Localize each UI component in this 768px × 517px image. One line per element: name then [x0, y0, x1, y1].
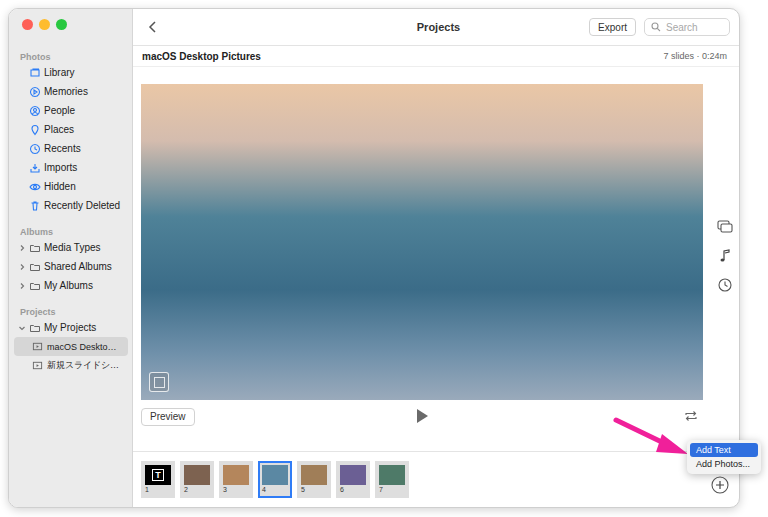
chevron-icon — [18, 202, 26, 210]
section-title: Albums — [14, 226, 132, 238]
menu-item[interactable]: Add Text — [690, 443, 758, 457]
slide-thumbnail[interactable]: 6 — [336, 461, 370, 498]
sidebar-item[interactable]: Media Types — [14, 238, 128, 257]
project-header: macOS Desktop Pictures 7 slides · 0:24m — [133, 46, 739, 67]
play-icon[interactable] — [415, 408, 429, 424]
slide-thumbnail[interactable]: 7 — [375, 461, 409, 498]
slideshow-icon — [32, 341, 43, 352]
folder-icon — [29, 322, 41, 334]
chevron-icon — [18, 88, 26, 96]
sidebar-item[interactable]: Memories — [14, 82, 128, 101]
folder-icon — [29, 242, 41, 254]
chevron-icon — [18, 107, 26, 115]
search-field[interactable]: Search — [644, 18, 730, 36]
chevron-icon — [18, 126, 26, 134]
sidebar-icon — [29, 86, 41, 98]
chevron-icon — [18, 183, 26, 191]
aspect-icon[interactable] — [149, 372, 169, 392]
side-toolbar — [716, 84, 734, 426]
folder-icon — [29, 261, 41, 273]
slide-strip: T 1 2 3 4 5 6 7 — [133, 451, 739, 507]
stage: Preview — [133, 67, 739, 426]
photo-slide — [184, 465, 210, 485]
sidebar-icon — [29, 181, 41, 193]
photo-slide — [223, 465, 249, 485]
sidebar-item[interactable]: Recently Deleted — [14, 196, 128, 215]
photo-slide — [262, 465, 288, 485]
sidebar-item[interactable]: Places — [14, 120, 128, 139]
themes-icon[interactable] — [717, 220, 733, 234]
sidebar-icon — [29, 143, 41, 155]
slideshow-icon — [32, 360, 43, 371]
chevron-icon — [18, 145, 26, 153]
sidebar-icon — [29, 162, 41, 174]
slide-preview — [141, 84, 703, 400]
sidebar-icon — [29, 200, 41, 212]
sidebar-item[interactable]: Hidden — [14, 177, 128, 196]
project-name: macOS Desktop Pictures — [142, 51, 261, 62]
back-icon[interactable] — [147, 20, 159, 34]
sidebar-icon — [29, 124, 41, 136]
toolbar: Projects Export Search — [133, 9, 739, 46]
sidebar-icon — [29, 105, 41, 117]
photo-slide — [340, 465, 366, 485]
preview-button[interactable]: Preview — [141, 408, 195, 426]
close-button[interactable] — [22, 19, 33, 30]
minimize-button[interactable] — [39, 19, 50, 30]
chevron-icon — [18, 69, 26, 77]
chevron-icon[interactable] — [18, 263, 26, 271]
sidebar-item[interactable]: Imports — [14, 158, 128, 177]
music-icon[interactable] — [719, 249, 731, 263]
sidebar-section: Albums Media Types Shared Albums My Albu… — [14, 226, 132, 295]
section-title: Photos — [14, 51, 132, 63]
repeat-icon[interactable] — [683, 410, 699, 422]
sidebar-icon — [29, 67, 41, 79]
export-button[interactable]: Export — [589, 18, 636, 36]
menu-item[interactable]: Add Photos... — [690, 457, 758, 471]
project-item[interactable]: 新規スライドシ… — [14, 356, 128, 375]
project-meta: 7 slides · 0:24m — [663, 51, 727, 61]
chevron-icon[interactable] — [18, 282, 26, 290]
add-icon[interactable] — [711, 476, 729, 494]
sidebar-section: Photos Library Memories People Places Re… — [14, 51, 132, 215]
sidebar-item[interactable]: My Albums — [14, 276, 128, 295]
slide-thumbnail[interactable]: 3 — [219, 461, 253, 498]
window-title: Projects — [417, 21, 460, 33]
photo-slide — [301, 465, 327, 485]
duration-icon[interactable] — [718, 278, 732, 292]
chevron-icon — [18, 164, 26, 172]
sidebar-item[interactable]: Recents — [14, 139, 128, 158]
slide-thumbnail[interactable]: 4 — [258, 461, 292, 498]
chevron-icon[interactable] — [18, 324, 26, 332]
chevron-icon[interactable] — [18, 244, 26, 252]
screen: Photos Library Memories People Places Re… — [0, 0, 768, 517]
photos-window: Photos Library Memories People Places Re… — [8, 8, 740, 508]
window-controls — [14, 19, 132, 31]
folder-icon — [29, 280, 41, 292]
slide-thumbnail[interactable]: 5 — [297, 461, 331, 498]
slide-thumbnail[interactable]: T 1 — [141, 461, 175, 498]
annotation-arrow-icon — [612, 416, 692, 460]
sidebar-item[interactable]: Shared Albums — [14, 257, 128, 276]
zoom-button[interactable] — [56, 19, 67, 30]
sidebar-section: Projects My Projects macOS Deskto… 新規スライ… — [14, 306, 132, 375]
search-icon — [651, 22, 661, 32]
sidebar: Photos Library Memories People Places Re… — [9, 9, 133, 507]
text-slide: T — [145, 465, 171, 485]
sidebar-item[interactable]: People — [14, 101, 128, 120]
sidebar-item[interactable]: My Projects — [14, 318, 128, 337]
sidebar-item[interactable]: Library — [14, 63, 128, 82]
photo-slide — [379, 465, 405, 485]
main-area: Projects Export Search macOS Desktop Pic… — [133, 9, 739, 507]
slide-thumbnail[interactable]: 2 — [180, 461, 214, 498]
section-title: Projects — [14, 306, 132, 318]
add-menu: Add TextAdd Photos... — [687, 440, 761, 474]
project-item[interactable]: macOS Deskto… — [14, 337, 128, 356]
